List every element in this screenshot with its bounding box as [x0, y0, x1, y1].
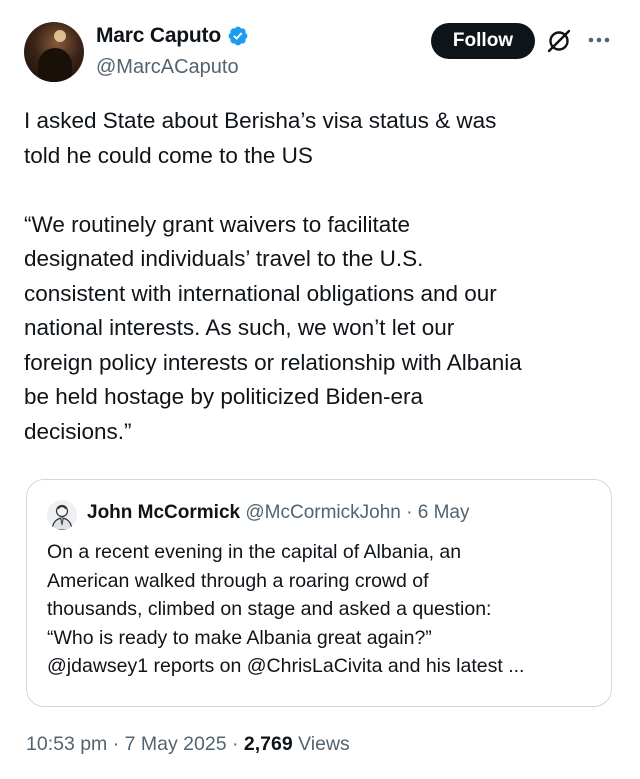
quoted-author-avatar — [47, 500, 77, 530]
grok-icon[interactable] — [546, 28, 572, 54]
footer-separator: · — [226, 733, 244, 755]
verified-badge-icon — [228, 26, 248, 46]
tweet-time[interactable]: 10:53 pm — [26, 733, 107, 755]
author-handle[interactable]: @MarcACaputo — [96, 56, 239, 79]
tweet-header: Marc Caputo @MarcACaputo Follow — [0, 0, 640, 100]
author-name-row: Marc Caputo — [96, 24, 249, 48]
quoted-tweet-text: On a recent evening in the capital of Al… — [47, 541, 525, 677]
tweet-date[interactable]: 7 May 2025 — [125, 733, 227, 755]
person-illustration-icon — [51, 504, 73, 530]
quoted-separator: · — [400, 502, 418, 523]
more-icon[interactable] — [585, 30, 613, 50]
tweet-text: I asked State about Berisha’s visa statu… — [24, 108, 522, 444]
views-label: Views — [292, 733, 350, 755]
quoted-author-handle[interactable]: @McCormickJohn — [245, 502, 400, 523]
quoted-tweet-card[interactable]: John McCormick @McCormickJohn · 6 May On… — [26, 479, 612, 707]
author-display-name[interactable]: Marc Caputo — [96, 24, 221, 48]
avatar-figure — [38, 48, 72, 82]
author-avatar[interactable] — [24, 22, 84, 82]
tweet-footer: 10:53 pm · 7 May 2025 · 2,769 Views — [26, 733, 350, 756]
views-count: 2,769 — [243, 733, 293, 755]
avatar-light — [54, 30, 66, 42]
follow-button[interactable]: Follow — [431, 23, 535, 59]
footer-separator: · — [107, 733, 125, 755]
quoted-tweet-header: John McCormick @McCormickJohn · 6 May — [87, 502, 470, 524]
quoted-date[interactable]: 6 May — [418, 502, 470, 523]
quoted-author-name[interactable]: John McCormick — [87, 502, 240, 523]
